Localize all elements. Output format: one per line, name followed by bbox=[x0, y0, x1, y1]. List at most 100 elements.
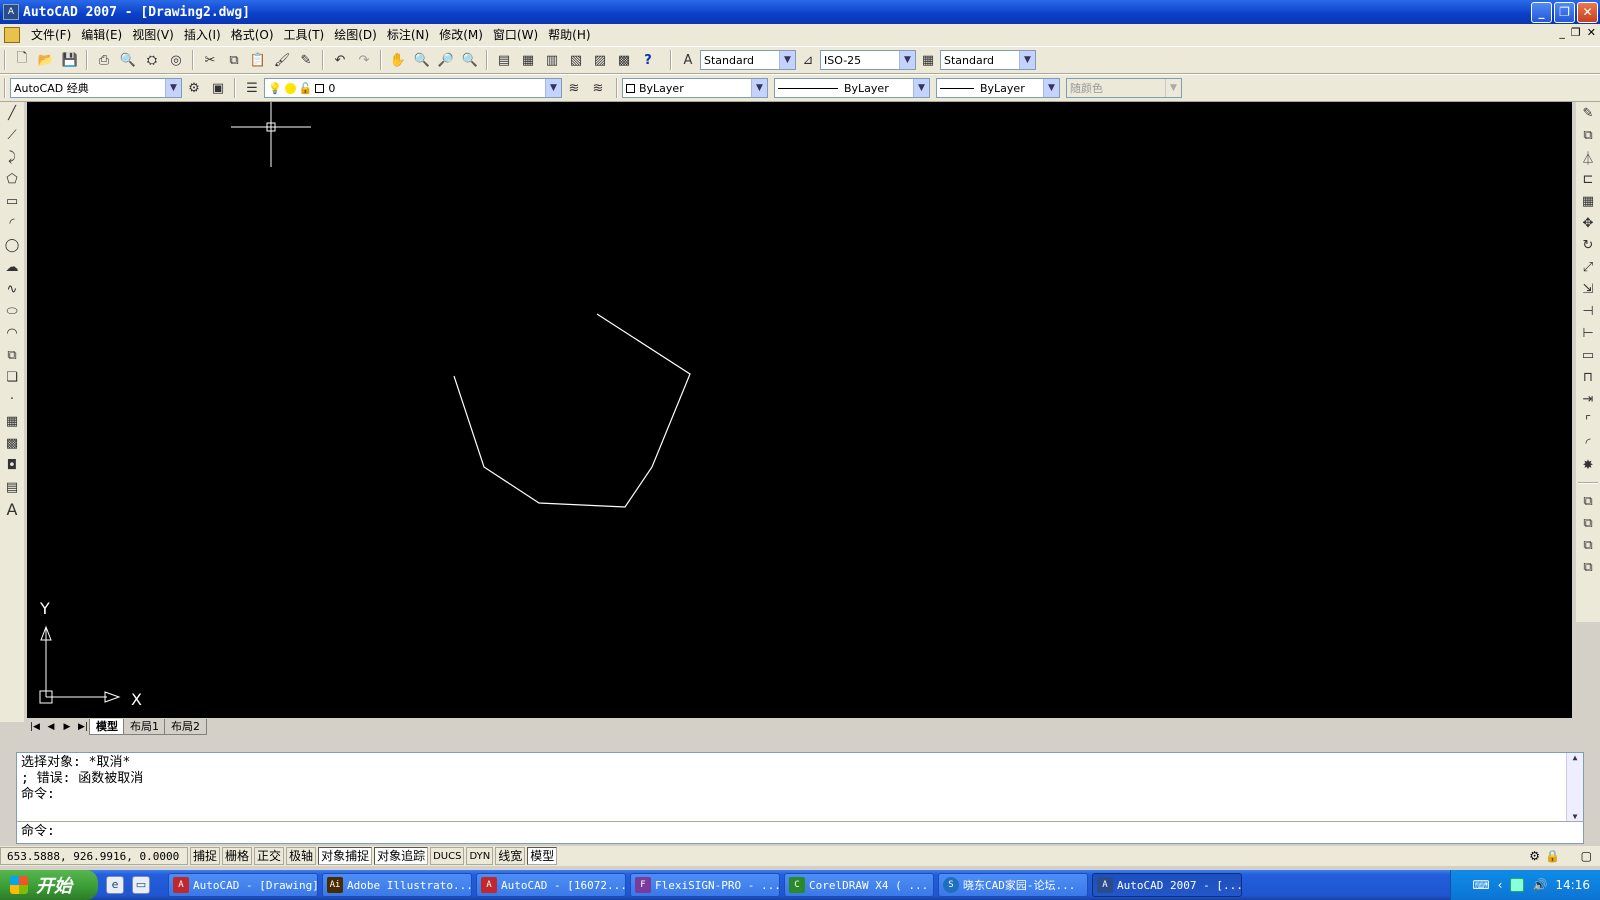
extend-icon[interactable]: ⊢ bbox=[1578, 323, 1598, 343]
cut-icon[interactable]: ✂ bbox=[200, 50, 220, 70]
block-editor-icon[interactable]: ✎ bbox=[296, 50, 316, 70]
task-autocad-2007[interactable]: A AutoCAD 2007 - [... bbox=[1092, 873, 1242, 897]
menu-edit[interactable]: 编辑(E) bbox=[76, 24, 127, 46]
menu-help[interactable]: 帮助(H) bbox=[543, 24, 595, 46]
copy-icon[interactable]: ⧉ bbox=[224, 50, 244, 70]
undo-icon[interactable]: ↶ bbox=[330, 50, 350, 70]
menu-format[interactable]: 格式(O) bbox=[226, 24, 279, 46]
doc-close-icon[interactable]: ✕ bbox=[1587, 26, 1596, 39]
mirror-icon[interactable]: ⏃ bbox=[1578, 147, 1598, 167]
break-icon[interactable]: ⊓ bbox=[1578, 367, 1598, 387]
redo-icon[interactable]: ↷ bbox=[354, 50, 374, 70]
start-button[interactable]: 开始 bbox=[0, 870, 98, 900]
desktop-quicklaunch-icon[interactable]: ▭ bbox=[132, 876, 150, 894]
text-style-icon[interactable]: A bbox=[678, 50, 698, 70]
chamfer-icon[interactable]: ⌜ bbox=[1578, 411, 1598, 431]
properties-icon[interactable]: ▤ bbox=[494, 50, 514, 70]
pan-icon[interactable]: ✋ bbox=[388, 50, 408, 70]
minimize-button[interactable]: _ bbox=[1531, 2, 1552, 23]
make-block-icon[interactable]: ❏ bbox=[2, 367, 22, 387]
calculator-icon[interactable]: ▩ bbox=[614, 50, 634, 70]
join-icon[interactable]: ⇥ bbox=[1578, 389, 1598, 409]
plot-icon[interactable]: ⎙ bbox=[94, 50, 114, 70]
copy-object-icon[interactable]: ⧉ bbox=[1578, 125, 1598, 145]
spline-icon[interactable]: ∿ bbox=[2, 279, 22, 299]
help-icon[interactable]: ? bbox=[638, 50, 658, 70]
table-icon[interactable]: ▤ bbox=[2, 477, 22, 497]
task-coreldraw[interactable]: C CorelDRAW X4 ( ... bbox=[784, 873, 934, 897]
dim-style-icon[interactable]: ⊿ bbox=[798, 50, 818, 70]
fillet-icon[interactable]: ◜ bbox=[1578, 433, 1598, 453]
task-browser-forum[interactable]: S 晓东CAD家园-论坛... bbox=[938, 873, 1088, 897]
tool-palettes-icon[interactable]: ▥ bbox=[542, 50, 562, 70]
table-style-icon[interactable]: ▦ bbox=[918, 50, 938, 70]
array-icon[interactable]: ▦ bbox=[1578, 191, 1598, 211]
polygon-icon[interactable]: ⬠ bbox=[2, 169, 22, 189]
3d-dwf-icon[interactable]: ◎ bbox=[166, 50, 186, 70]
construction-line-icon[interactable]: ⟋ bbox=[2, 125, 22, 145]
point-icon[interactable]: · bbox=[2, 389, 22, 409]
ortho-toggle[interactable]: 正交 bbox=[254, 847, 285, 865]
new-icon[interactable]: 🗋 bbox=[12, 50, 32, 70]
first-tab-icon[interactable]: |◀ bbox=[27, 722, 43, 732]
arc-icon[interactable]: ◜ bbox=[2, 213, 22, 233]
dyn-toggle[interactable]: DYN bbox=[466, 847, 494, 865]
menu-draw[interactable]: 绘图(D) bbox=[329, 24, 382, 46]
menu-tools[interactable]: 工具(T) bbox=[279, 24, 330, 46]
color-select[interactable]: ByLayer ▼ bbox=[622, 78, 768, 98]
drawing-canvas[interactable]: Y X bbox=[27, 102, 1572, 718]
workspace-settings-icon[interactable]: ⚙ bbox=[184, 78, 204, 98]
ie-quicklaunch-icon[interactable]: e bbox=[106, 876, 124, 894]
restore-button[interactable]: ❐ bbox=[1554, 2, 1575, 23]
hatch-icon[interactable]: ▦ bbox=[2, 411, 22, 431]
save-workspace-icon[interactable]: ▣ bbox=[208, 78, 228, 98]
workspace-select[interactable]: AutoCAD 经典 ▼ bbox=[10, 78, 182, 98]
offset-icon[interactable]: ⊏ bbox=[1578, 169, 1598, 189]
match-properties-icon[interactable]: 🖌 bbox=[272, 50, 292, 70]
command-input[interactable]: 命令: bbox=[17, 821, 1583, 843]
document-icon[interactable] bbox=[4, 27, 20, 43]
publish-icon[interactable]: ⛭ bbox=[142, 50, 162, 70]
paste-icon[interactable]: 📋 bbox=[248, 50, 268, 70]
otrack-toggle[interactable]: 对象追踪 bbox=[374, 847, 429, 865]
menu-window[interactable]: 窗口(W) bbox=[488, 24, 543, 46]
task-flexisign[interactable]: F FlexiSIGN-PRO - ... bbox=[630, 873, 780, 897]
close-button[interactable]: ✕ bbox=[1577, 2, 1598, 23]
autocad-app-icon[interactable]: A bbox=[3, 4, 19, 20]
line-icon[interactable]: ╱ bbox=[2, 103, 22, 123]
draworder-back-icon[interactable]: ⧉ bbox=[1578, 513, 1598, 533]
layer-manager-icon[interactable]: ☰ bbox=[242, 78, 262, 98]
text-style-select[interactable]: Standard ▼ bbox=[700, 50, 796, 70]
model-toggle[interactable]: 模型 bbox=[527, 847, 558, 865]
erase-icon[interactable]: ✎ bbox=[1578, 103, 1598, 123]
layer-previous-icon[interactable]: ≋ bbox=[588, 78, 608, 98]
linetype-select[interactable]: ByLayer ▼ bbox=[774, 78, 930, 98]
rectangle-icon[interactable]: ▭ bbox=[2, 191, 22, 211]
ellipse-arc-icon[interactable]: ◠ bbox=[2, 323, 22, 343]
design-center-icon[interactable]: ▦ bbox=[518, 50, 538, 70]
toolbar-lock-icon[interactable]: 🔒 bbox=[1545, 849, 1560, 863]
polyline-entity[interactable] bbox=[453, 313, 691, 508]
task-illustrator[interactable]: Ai Adobe Illustrato... bbox=[322, 873, 472, 897]
plot-preview-icon[interactable]: 🔍 bbox=[118, 50, 138, 70]
table-style-select[interactable]: Standard ▼ bbox=[940, 50, 1036, 70]
command-scrollbar[interactable]: ▲ ▼ bbox=[1566, 753, 1583, 821]
doc-minimize-icon[interactable]: _ bbox=[1559, 26, 1565, 39]
markup-icon[interactable]: ▨ bbox=[590, 50, 610, 70]
multiline-text-icon[interactable]: A bbox=[2, 499, 22, 519]
rotate-icon[interactable]: ↻ bbox=[1578, 235, 1598, 255]
polar-toggle[interactable]: 极轴 bbox=[286, 847, 317, 865]
grid-toggle[interactable]: 栅格 bbox=[222, 847, 253, 865]
menu-dimension[interactable]: 标注(N) bbox=[382, 24, 434, 46]
task-autocad-drawing[interactable]: A AutoCAD - [Drawing] bbox=[168, 873, 318, 897]
next-tab-icon[interactable]: ▶ bbox=[59, 722, 75, 732]
menu-modify[interactable]: 修改(M) bbox=[434, 24, 488, 46]
lineweight-select[interactable]: ByLayer ▼ bbox=[936, 78, 1060, 98]
draworder-above-icon[interactable]: ⧉ bbox=[1578, 535, 1598, 555]
doc-restore-icon[interactable]: ❐ bbox=[1571, 26, 1581, 39]
menu-view[interactable]: 视图(V) bbox=[127, 24, 179, 46]
communication-center-icon[interactable]: ⚙ bbox=[1529, 849, 1540, 863]
qq-icon[interactable] bbox=[1510, 878, 1525, 892]
open-icon[interactable]: 📂 bbox=[36, 50, 56, 70]
osnap-toggle[interactable]: 对象捕捉 bbox=[318, 847, 373, 865]
